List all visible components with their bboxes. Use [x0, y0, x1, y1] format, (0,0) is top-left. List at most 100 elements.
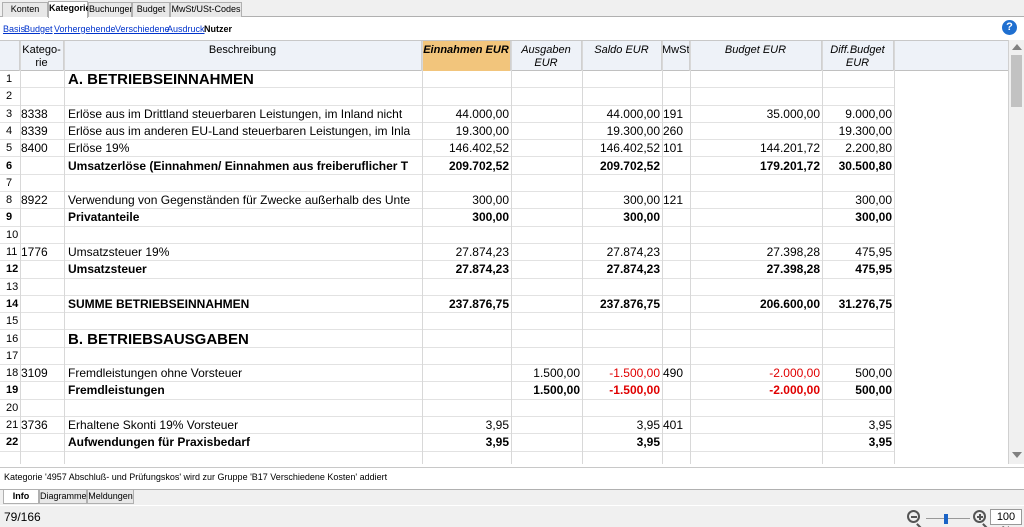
budget-value[interactable] [690, 71, 822, 88]
diff-budget-value[interactable] [822, 88, 894, 105]
category-code[interactable] [20, 261, 64, 278]
category-code[interactable]: 8922 [20, 192, 64, 209]
einnahmen-value[interactable]: 3,95 [422, 434, 511, 451]
budget-value[interactable] [690, 452, 822, 464]
saldo-value[interactable]: 3,95 [582, 434, 662, 451]
mwst-code[interactable] [662, 400, 690, 417]
einnahmen-value[interactable] [422, 382, 511, 399]
description[interactable]: Erhaltene Skonti 19% Vorsteuer [64, 417, 422, 434]
description[interactable] [64, 452, 422, 464]
description[interactable] [64, 227, 422, 244]
ausgaben-value[interactable] [511, 227, 582, 244]
einnahmen-value[interactable] [422, 175, 511, 192]
row-number[interactable]: 1 [0, 71, 20, 88]
header-beschreibung[interactable]: Beschreibung [64, 41, 422, 71]
saldo-value[interactable] [582, 227, 662, 244]
budget-value[interactable] [690, 88, 822, 105]
budget-value[interactable] [690, 331, 822, 348]
saldo-value[interactable]: 300,00 [582, 209, 662, 226]
table-row[interactable]: 18 3109 Fremdleistungen ohne Vorsteuer 1.50… [0, 365, 894, 383]
row-number[interactable]: 20 [0, 400, 20, 417]
table-row[interactable]: 10 [0, 227, 894, 244]
saldo-value[interactable]: 44.000,00 [582, 106, 662, 123]
diff-budget-value[interactable]: 30.500,80 [822, 158, 894, 175]
saldo-value[interactable] [582, 452, 662, 464]
diff-budget-value[interactable] [822, 400, 894, 417]
diff-budget-value[interactable] [822, 452, 894, 464]
header-budget[interactable]: Budget EUR [690, 41, 822, 71]
budget-value[interactable] [690, 209, 822, 226]
category-code[interactable] [20, 331, 64, 348]
einnahmen-value[interactable]: 3,95 [422, 417, 511, 434]
saldo-value[interactable] [582, 331, 662, 348]
mwst-code[interactable] [662, 209, 690, 226]
mwst-code[interactable]: 260 [662, 123, 690, 140]
table-row[interactable]: 4 8339 Erlöse aus im anderen EU-Land steue… [0, 123, 894, 141]
saldo-value[interactable]: -1.500,00 [582, 365, 662, 382]
ausgaben-value[interactable]: 1.500,00 [511, 365, 582, 382]
tab-info[interactable]: Info [3, 490, 39, 504]
row-number[interactable]: 11 [0, 244, 20, 261]
header-kategorie[interactable]: Katego-rie [20, 41, 64, 71]
category-code[interactable] [20, 313, 64, 330]
einnahmen-value[interactable]: 300,00 [422, 209, 511, 226]
zoom-slider-thumb[interactable] [944, 514, 948, 524]
einnahmen-value[interactable] [422, 452, 511, 464]
ausgaben-value[interactable] [511, 348, 582, 365]
ausgaben-value[interactable] [511, 331, 582, 348]
description[interactable]: Privatanteile [64, 209, 422, 226]
category-code[interactable] [20, 279, 64, 296]
ausgaben-value[interactable] [511, 417, 582, 434]
table-row[interactable]: 19 Fremdleistungen 1.500,00 -1.500,00 -2.000… [0, 382, 894, 400]
budget-value[interactable] [690, 400, 822, 417]
view-vorhergehende[interactable]: Vorhergehende [54, 24, 116, 34]
budget-value[interactable]: 144.201,72 [690, 140, 822, 157]
tab-konten[interactable]: Konten [2, 2, 48, 17]
table-row[interactable]: 7 [0, 175, 894, 193]
row-number[interactable]: 10 [0, 227, 20, 244]
scroll-up-icon[interactable] [1012, 44, 1022, 50]
einnahmen-value[interactable]: 27.874,23 [422, 244, 511, 261]
saldo-value[interactable] [582, 175, 662, 192]
row-number[interactable]: 4 [0, 123, 20, 140]
saldo-value[interactable]: 300,00 [582, 192, 662, 209]
description[interactable]: Umsatzerlöse (Einnahmen/ Einnahmen aus f… [64, 158, 422, 175]
description[interactable]: SUMME BETRIEBSEINNAHMEN [64, 296, 422, 313]
row-number[interactable]: 17 [0, 348, 20, 365]
budget-value[interactable]: -2.000,00 [690, 365, 822, 382]
einnahmen-value[interactable]: 237.876,75 [422, 296, 511, 313]
zoom-value[interactable]: 100 % [990, 509, 1022, 527]
budget-value[interactable] [690, 434, 822, 451]
row-number[interactable]: 8 [0, 192, 20, 209]
description[interactable]: Aufwendungen für Praxisbedarf [64, 434, 422, 451]
einnahmen-value[interactable]: 146.402,52 [422, 140, 511, 157]
diff-budget-value[interactable]: 500,00 [822, 382, 894, 399]
row-number[interactable]: 15 [0, 313, 20, 330]
view-ausdruck[interactable]: Ausdruck [167, 24, 205, 34]
saldo-value[interactable]: 3,95 [582, 417, 662, 434]
einnahmen-value[interactable] [422, 88, 511, 105]
description[interactable]: Erlöse 19% [64, 140, 422, 157]
row-number[interactable]: 3 [0, 106, 20, 123]
einnahmen-value[interactable]: 209.702,52 [422, 158, 511, 175]
category-code[interactable]: 8338 [20, 106, 64, 123]
ausgaben-value[interactable] [511, 434, 582, 451]
table-row[interactable]: 9 Privatanteile 300,00 300,00 300,00 [0, 209, 894, 227]
mwst-code[interactable] [662, 158, 690, 175]
diff-budget-value[interactable]: 3,95 [822, 417, 894, 434]
einnahmen-value[interactable]: 44.000,00 [422, 106, 511, 123]
table-row[interactable]: 15 [0, 313, 894, 331]
category-code[interactable] [20, 296, 64, 313]
ausgaben-value[interactable] [511, 261, 582, 278]
diff-budget-value[interactable] [822, 175, 894, 192]
category-code[interactable]: 8339 [20, 123, 64, 140]
ausgaben-value[interactable] [511, 296, 582, 313]
row-number[interactable]: 6 [0, 158, 20, 175]
table-row[interactable]: 12 Umsatzsteuer 27.874,23 27.874,23 27.398,2… [0, 261, 894, 279]
mwst-code[interactable] [662, 88, 690, 105]
budget-value[interactable] [690, 175, 822, 192]
header-diff-budget[interactable]: Diff.Budget EUR [822, 41, 894, 71]
mwst-code[interactable] [662, 175, 690, 192]
einnahmen-value[interactable] [422, 71, 511, 88]
mwst-code[interactable] [662, 452, 690, 464]
